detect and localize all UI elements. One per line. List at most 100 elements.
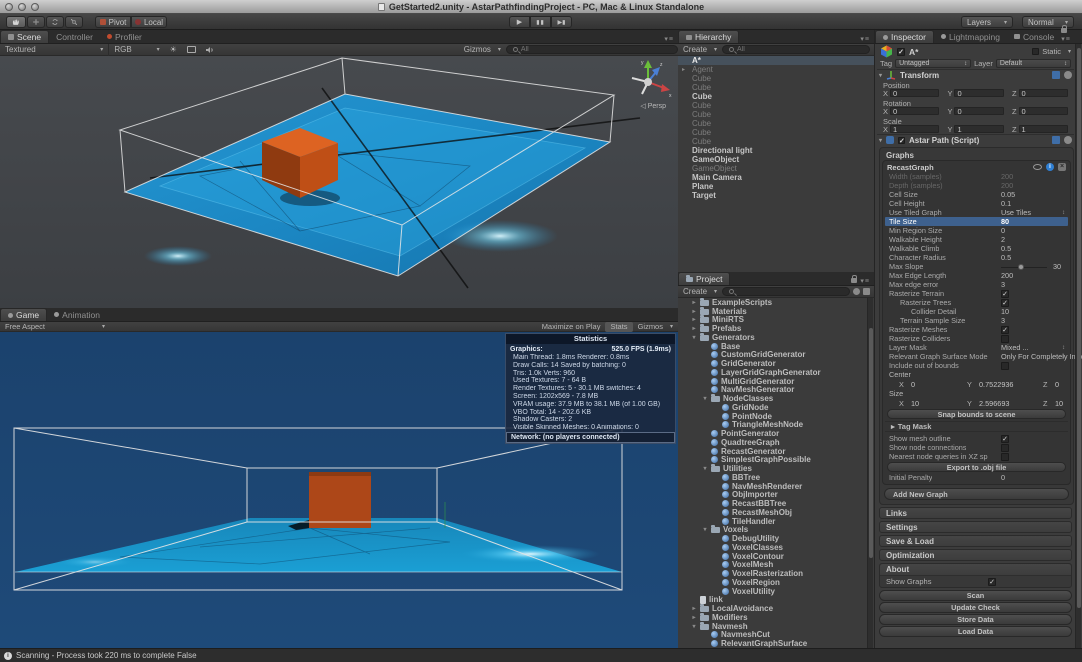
hand-tool-button[interactable]	[6, 16, 26, 28]
foldout-arrow-icon[interactable]: ▸	[691, 614, 697, 621]
foldout-arrow-icon[interactable]: ▾	[879, 72, 882, 79]
y-field[interactable]: 0	[954, 89, 1003, 97]
project-item[interactable]: PointGenerator	[678, 429, 874, 438]
foldout-arrow-icon[interactable]: ▸	[691, 316, 697, 323]
tab-scene[interactable]: Scene	[0, 30, 49, 43]
field-value[interactable]: 3	[1001, 316, 1005, 325]
project-item[interactable]: NavMeshGenerator	[678, 386, 874, 395]
add-new-graph-button[interactable]: Add New Graph	[884, 488, 1069, 500]
inspector-scrollbar[interactable]	[1075, 44, 1081, 648]
field-value[interactable]: 0	[1001, 226, 1005, 235]
recast-field-row[interactable]: Layer MaskMixed ...↕	[885, 343, 1068, 352]
gear-icon[interactable]	[1064, 71, 1072, 79]
hierarchy-item[interactable]: GameObject	[678, 155, 874, 164]
aspect-dropdown[interactable]: Free Aspect▾	[0, 322, 110, 332]
panel-menu-icon[interactable]: ▾≡	[664, 35, 678, 43]
field-value[interactable]: 3	[1001, 280, 1005, 289]
recast-field-row[interactable]: Terrain Sample Size3	[885, 316, 1068, 325]
x-field[interactable]: 1	[890, 125, 939, 133]
recast-field-row[interactable]: Rasterize Colliders	[885, 334, 1068, 343]
recast-field-row[interactable]: Max Edge Length200	[885, 271, 1068, 280]
hierarchy-item[interactable]: Cube	[678, 92, 874, 101]
recast-field-row[interactable]: Initial Penalty0	[885, 473, 1068, 482]
y-value[interactable]: 2.596693	[979, 399, 1009, 408]
slider-handle[interactable]	[1018, 264, 1024, 270]
z-value[interactable]: 0	[1055, 380, 1059, 389]
foldout-arrow-icon[interactable]: ▸	[682, 66, 685, 73]
project-item[interactable]: VoxelRegion	[678, 578, 874, 587]
inspector-scrollbar-thumb[interactable]	[1077, 48, 1081, 608]
field-checkbox[interactable]	[1001, 453, 1009, 461]
hierarchy-search-input[interactable]	[737, 46, 863, 53]
foldout-arrow-icon[interactable]: ▸	[691, 299, 697, 306]
y-field[interactable]: 0	[954, 107, 1003, 115]
project-item[interactable]: ▸MiniRTS	[678, 316, 874, 325]
tab-project[interactable]: Project	[678, 272, 730, 285]
project-item[interactable]: VoxelRasterization	[678, 569, 874, 578]
foldout-arrow-icon[interactable]: ▸	[691, 605, 697, 612]
hierarchy-create-button[interactable]: Create▾	[678, 44, 722, 56]
foldout-arrow-icon[interactable]: ▾	[702, 526, 708, 533]
hierarchy-search[interactable]	[722, 45, 870, 54]
field-checkbox[interactable]: ✓	[1001, 326, 1009, 334]
export-obj-button[interactable]: Export to .obj file	[887, 462, 1066, 472]
foldout-arrow-icon[interactable]: ▸	[691, 325, 697, 332]
project-item[interactable]: BBTree	[678, 473, 874, 482]
hierarchy-item[interactable]: Cube	[678, 101, 874, 110]
project-item[interactable]: link	[678, 596, 874, 605]
project-scrollbar-thumb[interactable]	[869, 328, 873, 558]
tag-dropdown[interactable]: Untagged↕	[895, 59, 971, 68]
recast-field-row[interactable]: Cell Height0.1	[885, 199, 1068, 208]
field-value[interactable]: Use Tiles	[1001, 208, 1031, 217]
hierarchy-item[interactable]: Cube	[678, 119, 874, 128]
hierarchy-item[interactable]: GameObject	[678, 164, 874, 173]
project-item[interactable]: ▸Materials	[678, 307, 874, 316]
project-item[interactable]: ▸Prefabs	[678, 324, 874, 333]
recast-graph-header[interactable]: RecastGraph i×	[885, 162, 1068, 172]
project-search-input[interactable]	[737, 288, 843, 295]
hierarchy-item[interactable]: Cube	[678, 110, 874, 119]
project-create-button[interactable]: Create▾	[678, 286, 722, 298]
tab-inspector[interactable]: Inspector	[875, 30, 934, 43]
x-field[interactable]: 0	[890, 89, 939, 97]
recast-field-row[interactable]: Width (samples)200	[885, 172, 1068, 181]
project-item[interactable]: SimplestGraphPossible	[678, 456, 874, 465]
project-item[interactable]: RecastGenerator	[678, 447, 874, 456]
project-item[interactable]: ▾NodeClasses	[678, 394, 874, 403]
recast-field-row[interactable]: Depth (samples)200	[885, 181, 1068, 190]
gear-icon[interactable]	[1064, 136, 1072, 144]
recast-field-row[interactable]: Show mesh outline✓	[885, 434, 1068, 443]
scene-viewport[interactable]: y x z ◁ Persp	[0, 56, 678, 308]
tab-lightmapping[interactable]: Lightmapping	[934, 30, 1007, 43]
delete-graph-icon[interactable]: ×	[1058, 163, 1066, 171]
tab-hierarchy[interactable]: Hierarchy	[678, 30, 739, 43]
project-item[interactable]: RecastBBTree	[678, 499, 874, 508]
project-panel-icons[interactable]: ▾≡	[851, 276, 874, 285]
graphs-section-title[interactable]: Graphs	[882, 149, 1071, 160]
project-item[interactable]: ▾Utilities	[678, 464, 874, 473]
project-item[interactable]: RelevantGraphSurface	[678, 639, 874, 648]
hierarchy-item[interactable]: Cube	[678, 137, 874, 146]
z-field[interactable]: 1	[1019, 125, 1068, 133]
field-checkbox[interactable]: ✓	[1001, 435, 1009, 443]
y-field[interactable]: 1	[954, 125, 1003, 133]
field-value[interactable]: 10	[1001, 307, 1009, 316]
x-field[interactable]: 0	[890, 107, 939, 115]
project-item[interactable]: ▸Modifiers	[678, 613, 874, 622]
foldout-arrow-icon[interactable]: ▾	[879, 137, 882, 144]
recast-field-row[interactable]: Min Region Size0	[885, 226, 1068, 235]
astar-component-header[interactable]: ▾ ✓ Astar Path (Script)	[877, 134, 1074, 145]
rotate-tool-button[interactable]	[46, 16, 64, 28]
lighting-toggle[interactable]: ☀	[165, 44, 182, 56]
field-value[interactable]: 0.5	[1001, 244, 1011, 253]
lock-icon[interactable]	[1061, 28, 1067, 33]
favorites-icon[interactable]	[853, 288, 860, 295]
hierarchy-item[interactable]: Plane	[678, 182, 874, 191]
recast-field-row[interactable]: Max Slope30	[885, 262, 1068, 271]
stats-button[interactable]: Stats	[605, 322, 632, 332]
active-checkbox[interactable]: ✓	[897, 48, 905, 56]
tab-animation[interactable]: Animation	[47, 308, 107, 321]
object-name[interactable]: A*	[909, 47, 918, 57]
recast-field-row[interactable]: Relevant Graph Surface ModeOnly For Comp…	[885, 352, 1068, 361]
recast-field-row[interactable]: Collider Detail10	[885, 307, 1068, 316]
